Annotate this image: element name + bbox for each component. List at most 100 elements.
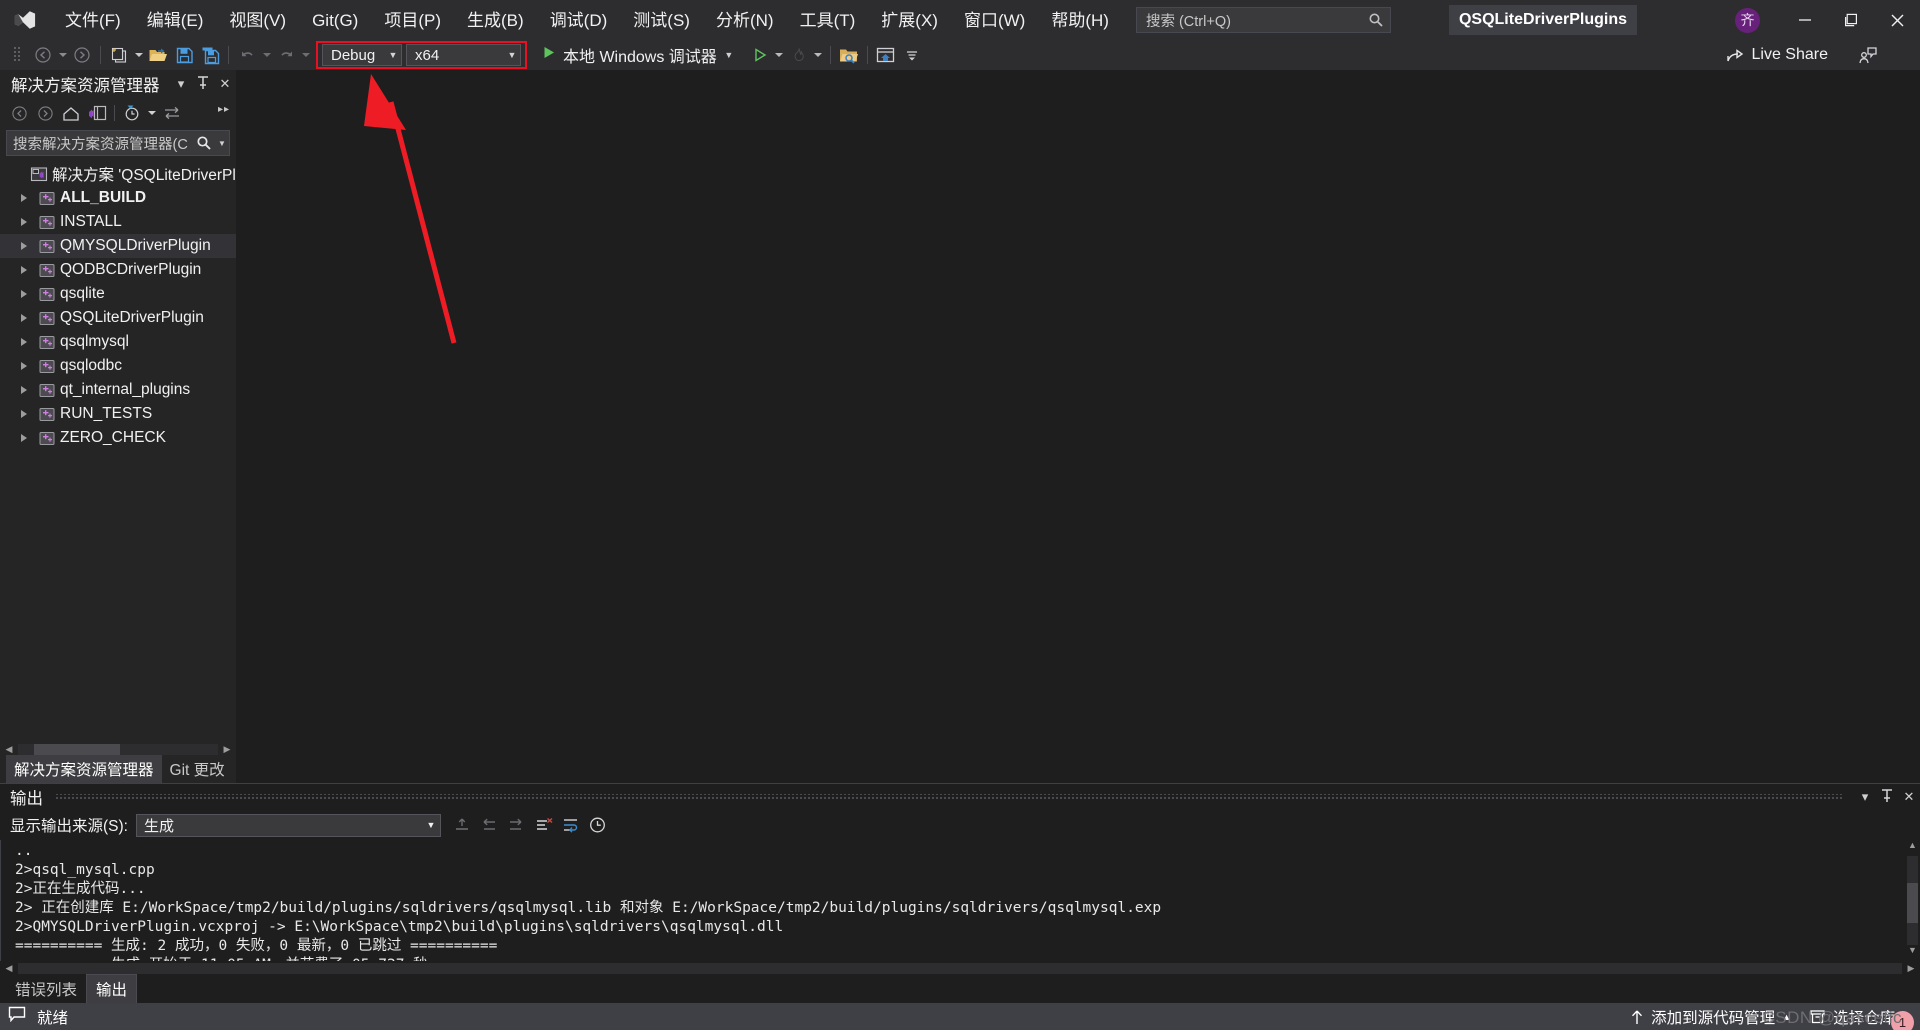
output-panel-drag-grip[interactable] [55,794,1844,800]
solution-explorer-overflow-icon[interactable]: ▸▸ [218,104,230,115]
menu-item-view[interactable]: 视图(V) [216,6,299,35]
search-options-dropdown-icon[interactable]: ▼ [215,139,229,148]
expander-icon[interactable] [14,218,34,226]
menu-item-tools[interactable]: 工具(T) [787,6,869,35]
home-icon[interactable] [58,101,84,125]
expander-icon[interactable] [14,242,34,250]
flame-icon[interactable] [786,42,812,68]
back-arrow-icon[interactable] [6,101,32,125]
active-project-chip[interactable]: QSQLiteDriverPlugins [1448,5,1637,35]
expander-icon[interactable] [14,314,34,322]
tree-item-qsqlite[interactable]: qsqlite [0,282,236,306]
avatar[interactable]: 齐 [1735,7,1760,33]
menu-item-extensions[interactable]: 扩展(X) [868,6,951,35]
tree-item-install[interactable]: INSTALL [0,210,236,234]
output-text[interactable]: .. 2>qsql_mysql.cpp 2>正在生成代码... 2> 正在创建库 E:… [0,840,1905,961]
menu-item-git[interactable]: Git(G) [299,6,371,35]
show-timestamps-icon[interactable] [584,813,611,837]
pin-icon[interactable] [192,75,214,93]
menu-item-edit[interactable]: 编辑(E) [134,6,217,35]
toolbar-overflow-icon[interactable] [899,42,925,68]
output-close-icon[interactable]: ✕ [1898,789,1920,805]
notification-badge[interactable]: 1 [1891,1011,1914,1030]
clear-all-icon[interactable] [530,813,557,837]
next-message-icon[interactable] [503,813,530,837]
add-to-source-control-button[interactable]: 添加到源代码管理 ▲ [1621,1003,1800,1030]
window-home-icon[interactable] [873,42,899,68]
minimize-button[interactable] [1782,0,1828,40]
forward-arrow-icon[interactable] [32,101,58,125]
tree-item-qsqlitedriverplugin[interactable]: QSQLiteDriverPlugin [0,306,236,330]
output-hscroll-track[interactable] [18,963,1902,974]
caret-down-icon[interactable] [145,101,159,125]
scroll-right-icon[interactable]: ▶ [218,744,236,755]
output-source-combo[interactable]: 生成 ▼ [135,813,441,837]
maximize-restore-button[interactable] [1828,0,1874,40]
jump-to-message-icon[interactable] [449,813,476,837]
expander-icon[interactable] [14,410,34,418]
scroll-up-icon[interactable]: ▲ [1908,840,1917,856]
toolbar-grip[interactable] [4,42,30,68]
open-folder-icon[interactable] [145,42,171,68]
solution-explorer-horizontal-scrollbar[interactable]: ◀ ▶ [0,742,236,757]
tree-item-qsqlodbc[interactable]: qsqlodbc [0,354,236,378]
hot-reload-dropdown-icon[interactable] [812,52,825,58]
menu-item-build[interactable]: 生成(B) [454,6,537,35]
tab-error-list[interactable]: 错误列表 [6,975,86,1003]
output-scroll-left-icon[interactable]: ◀ [0,963,18,974]
previous-message-icon[interactable] [476,813,503,837]
output-scroll-thumb[interactable] [1907,882,1918,923]
navigate-forward-icon[interactable] [69,42,95,68]
output-horizontal-scrollbar[interactable]: ◀ ▶ [0,961,1920,976]
menu-item-help[interactable]: 帮助(H) [1038,6,1122,35]
menu-item-project[interactable]: 项目(P) [371,6,454,35]
output-scroll-right-icon[interactable]: ▶ [1902,963,1920,974]
redo-dropdown-icon[interactable] [299,52,312,58]
expander-icon[interactable] [14,386,34,394]
vs-home-icon[interactable] [84,101,110,125]
start-debug-button[interactable]: 本地 Windows 调试器 ▼ [535,42,743,68]
close-panel-icon[interactable]: ✕ [214,76,236,92]
output-pin-icon[interactable] [1876,788,1898,806]
document-area[interactable] [236,70,1920,783]
scroll-track[interactable] [18,744,218,755]
menu-item-file[interactable]: 文件(F) [52,6,134,35]
new-project-icon[interactable] [106,42,132,68]
tree-item-zero_check[interactable]: ZERO_CHECK [0,426,236,450]
tree-item-qt_internal_plugins[interactable]: qt_internal_plugins [0,378,236,402]
play-outline-dropdown-icon[interactable] [773,52,786,58]
save-icon[interactable] [171,42,197,68]
solution-configuration-combo[interactable]: Debug ▼ [322,44,402,66]
play-outline-icon[interactable] [747,42,773,68]
solution-explorer-search-input[interactable]: 搜索解决方案资源管理器(C ▼ [6,130,230,156]
solution-platform-combo[interactable]: x64 ▼ [406,44,521,66]
expander-icon[interactable] [14,290,34,298]
folder-search-icon[interactable] [836,42,862,68]
expander-icon[interactable] [14,266,34,274]
solution-node[interactable]: 解决方案 'QSQLiteDriverPl [0,162,236,186]
close-icon[interactable] [1874,0,1920,40]
output-vertical-scrollbar[interactable]: ▲ ▼ [1905,840,1920,961]
expander-icon[interactable] [14,434,34,442]
save-all-icon[interactable] [197,42,223,68]
expander-icon[interactable] [14,338,34,346]
redo-icon[interactable] [273,42,299,68]
menu-item-window[interactable]: 窗口(W) [951,6,1038,35]
menu-item-debug[interactable]: 调试(D) [537,6,621,35]
scroll-thumb[interactable] [34,744,120,755]
scroll-left-icon[interactable]: ◀ [0,744,18,755]
output-scroll-track[interactable] [1907,856,1918,945]
tree-item-all_build[interactable]: ALL_BUILD [0,186,236,210]
search-input[interactable]: 搜索 (Ctrl+Q) [1135,7,1391,33]
tree-item-qodbcdriverplugin[interactable]: QODBCDriverPlugin [0,258,236,282]
navigate-backward-icon[interactable] [30,42,56,68]
tab-solution-explorer[interactable]: 解决方案资源管理器 [6,755,162,783]
tree-item-run_tests[interactable]: RUN_TESTS [0,402,236,426]
expander-icon[interactable] [14,362,34,370]
tree-item-qsqlmysql[interactable]: qsqlmysql [0,330,236,354]
menu-item-test[interactable]: 测试(S) [620,6,703,35]
navigate-backward-dropdown-icon[interactable] [56,52,69,58]
live-share-button[interactable]: Live Share [1726,40,1828,70]
undo-icon[interactable] [234,42,260,68]
tab-git-changes[interactable]: Git 更改 [162,755,233,783]
